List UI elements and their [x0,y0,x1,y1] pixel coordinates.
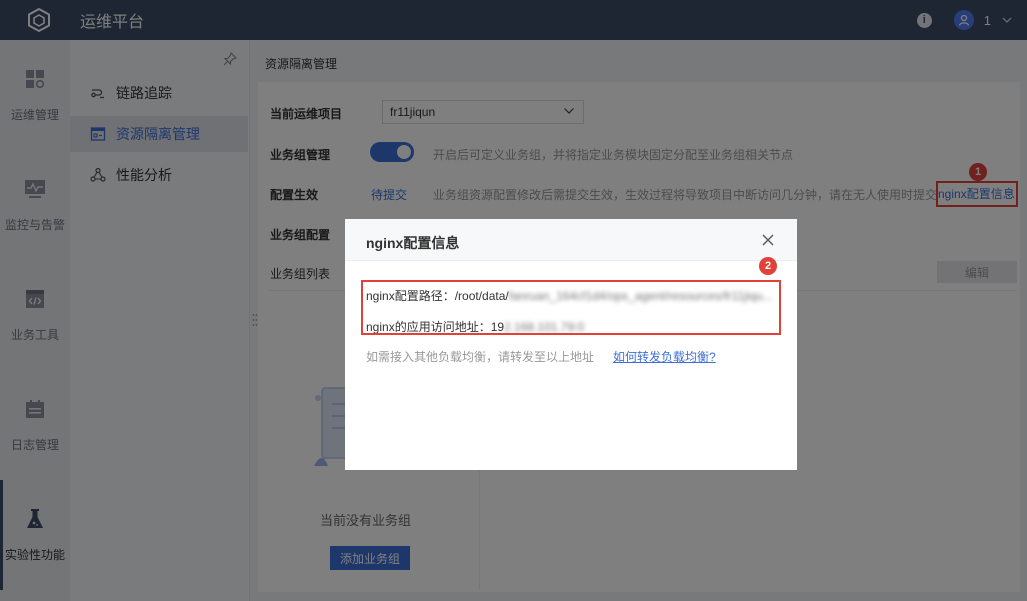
load-balance-help-link[interactable]: 如何转发负载均衡? [613,348,716,365]
nginx-config-dialog: nginx配置信息 nginx配置路径：/root/data/fanruan_1… [345,219,797,470]
dialog-title: nginx配置信息 [366,235,460,251]
step-badge-2: 2 [759,257,777,275]
dialog-hint: 如需接入其他负载均衡，请转发至以上地址 [366,350,595,364]
dialog-header: nginx配置信息 [345,219,797,261]
close-icon[interactable] [761,233,775,247]
highlight-box [361,280,781,335]
